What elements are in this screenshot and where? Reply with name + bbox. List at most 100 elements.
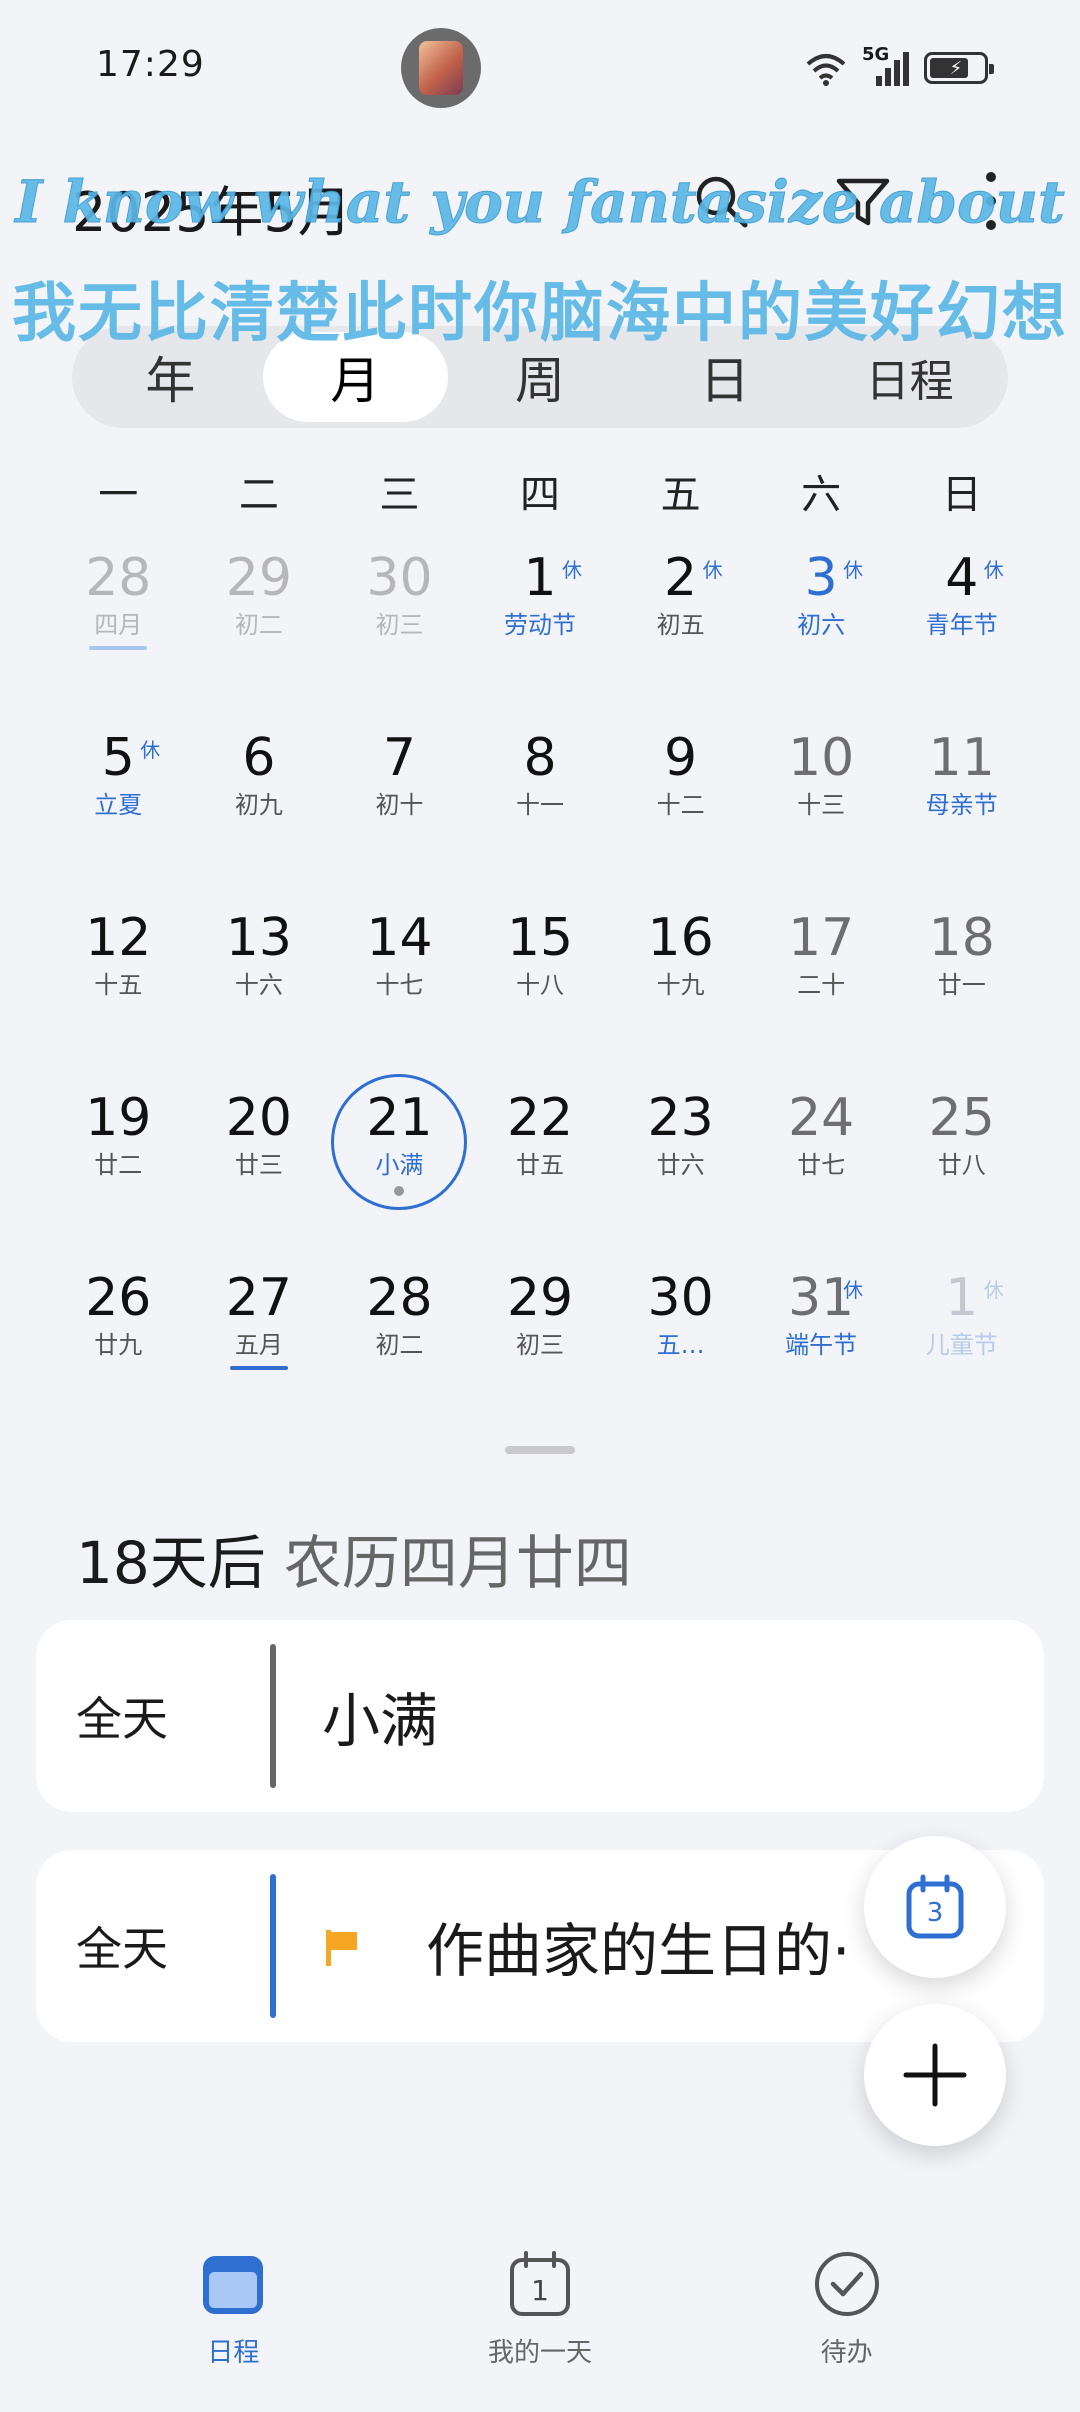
day-number: 3 (804, 548, 838, 608)
nav-item-my-day[interactable]: 1 我的一天 (430, 2250, 650, 2369)
nav-label: 我的一天 (487, 2338, 592, 2368)
day-cell[interactable]: 26 廿九 (48, 1260, 189, 1440)
day-cell[interactable]: 27 五月 (189, 1260, 330, 1440)
lunar-label: 儿童节 (925, 1331, 998, 1359)
event-card[interactable]: 全天 小满 (36, 1620, 1044, 1812)
day-cell[interactable]: 16 十九 (610, 900, 751, 1080)
calendar-today-icon: 3 (905, 1874, 965, 1940)
day-cell[interactable]: 25 廿八 (891, 1080, 1032, 1260)
lunar-label: 廿五 (516, 1151, 565, 1179)
avatar[interactable] (401, 28, 481, 108)
bottom-nav: 日程 1 我的一天 待办 (0, 2250, 1080, 2369)
signal-icon: 5G (862, 44, 910, 88)
day-cell[interactable]: 8 十一 (470, 720, 611, 900)
day-cell[interactable]: 29 初二 (189, 540, 330, 720)
day-cell[interactable]: 1 劳动节 休 (470, 540, 611, 720)
weekday-label: 五 (660, 472, 701, 518)
lunar-label: 廿六 (656, 1151, 705, 1179)
day-number: 11 (928, 728, 995, 788)
day-number: 2 (664, 548, 698, 608)
drag-handle[interactable] (505, 1446, 575, 1454)
today-button[interactable]: 3 (864, 1836, 1006, 1978)
day-cell[interactable]: 13 十六 (189, 900, 330, 1080)
add-event-button[interactable] (864, 2004, 1006, 2146)
day-number: 20 (225, 1088, 292, 1148)
day-cell[interactable]: 23 廿六 (610, 1080, 751, 1260)
lunar-label: 廿二 (94, 1151, 143, 1179)
day-number: 1 (523, 548, 557, 608)
day-number: 5 (101, 728, 135, 788)
day-number: 30 (366, 548, 433, 608)
day-cell[interactable]: 30 五… (610, 1260, 751, 1440)
status-time: 17:29 (96, 44, 205, 85)
day-number: 14 (366, 908, 433, 968)
month-grid: 28 四月 29 初二 30 初三 1 劳动节休 2 初五休 3 初六休 4 青年节休 5 立夏休 6 初九 7 初十… (48, 540, 1032, 1440)
day-cell[interactable]: 15 十八 (470, 900, 611, 1080)
day-cell[interactable]: 29 初三 (470, 1260, 611, 1440)
week-row: 5 立夏 休 6 初九 7 初十 8 十一 9 十二 10 十三 11 母亲节 (48, 720, 1032, 900)
day-cell[interactable]: 4 青年节 休 (891, 540, 1032, 720)
nav-label: 日程 (207, 2338, 260, 2368)
lunar-label: 十九 (656, 971, 705, 999)
lunar-label: 母亲节 (925, 791, 998, 819)
plus-icon (903, 2043, 967, 2107)
day-number: 16 (647, 908, 714, 968)
day-number: 7 (382, 728, 416, 788)
day-cell[interactable]: 28 四月 (48, 540, 189, 720)
event-color-bar (270, 1874, 276, 2018)
day-cell[interactable]: 28 初二 (329, 1260, 470, 1440)
lunar-label: 立夏 (94, 791, 143, 819)
nav-item-schedule[interactable]: 日程 (123, 2250, 343, 2369)
day-number: 24 (788, 1088, 855, 1148)
lunar-label: 十二 (656, 791, 705, 819)
day-cell[interactable]: 22 廿五 (470, 1080, 611, 1260)
holiday-rest-badge: 休 (140, 738, 161, 762)
lunar-label: 十三 (797, 791, 846, 819)
weekday-label: 六 (801, 472, 842, 518)
day-cell[interactable]: 17 二十 (751, 900, 892, 1080)
day-number: 10 (788, 728, 855, 788)
day-cell[interactable]: 5 立夏 休 (48, 720, 189, 900)
day-number: 25 (928, 1088, 995, 1148)
day-number: 19 (85, 1088, 152, 1148)
lunar-label: 五月 (234, 1331, 283, 1359)
today-badge: 3 (926, 1898, 944, 1928)
day-cell[interactable]: 19 廿二 (48, 1080, 189, 1260)
overlay-caption-chinese: 我无比清楚此时你脑海中的美好幻想 (12, 277, 1068, 351)
month-start-underline (229, 1366, 288, 1370)
week-row: 28 四月 29 初二 30 初三 1 劳动节休 2 初五休 3 初六休 4 青年节休 (48, 540, 1032, 720)
day-cell[interactable]: 1 儿童节 休 (891, 1260, 1032, 1440)
day-cell[interactable]: 6 初九 (189, 720, 330, 900)
day-number: 22 (506, 1088, 574, 1148)
todo-check-icon (814, 2252, 879, 2316)
day-cell-today[interactable]: 21 小满 (329, 1074, 470, 1260)
lunar-label: 初九 (234, 791, 283, 819)
day-cell[interactable]: 24 廿七 (751, 1080, 892, 1260)
day-number: 9 (664, 728, 698, 788)
day-cell[interactable]: 12 十五 (48, 900, 189, 1080)
lunar-label: 廿七 (797, 1151, 846, 1179)
day-cell[interactable]: 31 端午节休 (751, 1260, 892, 1440)
day-cell[interactable]: 20 廿三 (189, 1080, 330, 1260)
lunar-label: 初二 (234, 611, 283, 639)
flag-icon (326, 1930, 357, 1966)
day-cell[interactable]: 9 十二 (610, 720, 751, 900)
day-cell[interactable]: 11 母亲节 (891, 720, 1032, 900)
nav-item-todo[interactable]: 待办 (737, 2250, 957, 2369)
day-number: 23 (647, 1088, 714, 1148)
day-cell[interactable]: 30 初三 (329, 540, 470, 720)
day-cell[interactable]: 18 廿一 (891, 900, 1032, 1080)
holiday-rest-badge: 休 (843, 1278, 864, 1302)
lunar-label: 二十 (797, 971, 846, 999)
day-number: 28 (366, 1268, 433, 1328)
lunar-label: 劳动节 (504, 611, 577, 639)
lunar-label: 廿八 (937, 1151, 986, 1179)
day-cell[interactable]: 14 十七 (329, 900, 470, 1080)
day-cell[interactable]: 10 十三 (751, 720, 892, 900)
day-number: 12 (85, 908, 152, 968)
event-title: 作曲家的生日的· (426, 1917, 851, 1985)
day-cell[interactable]: 2 初五 休 (610, 540, 751, 720)
day-cell[interactable]: 7 初十 (329, 720, 470, 900)
selected-date-info: 18天后 农历四月廿四 (76, 1516, 632, 1600)
day-cell[interactable]: 3 初六 休 (751, 540, 892, 720)
